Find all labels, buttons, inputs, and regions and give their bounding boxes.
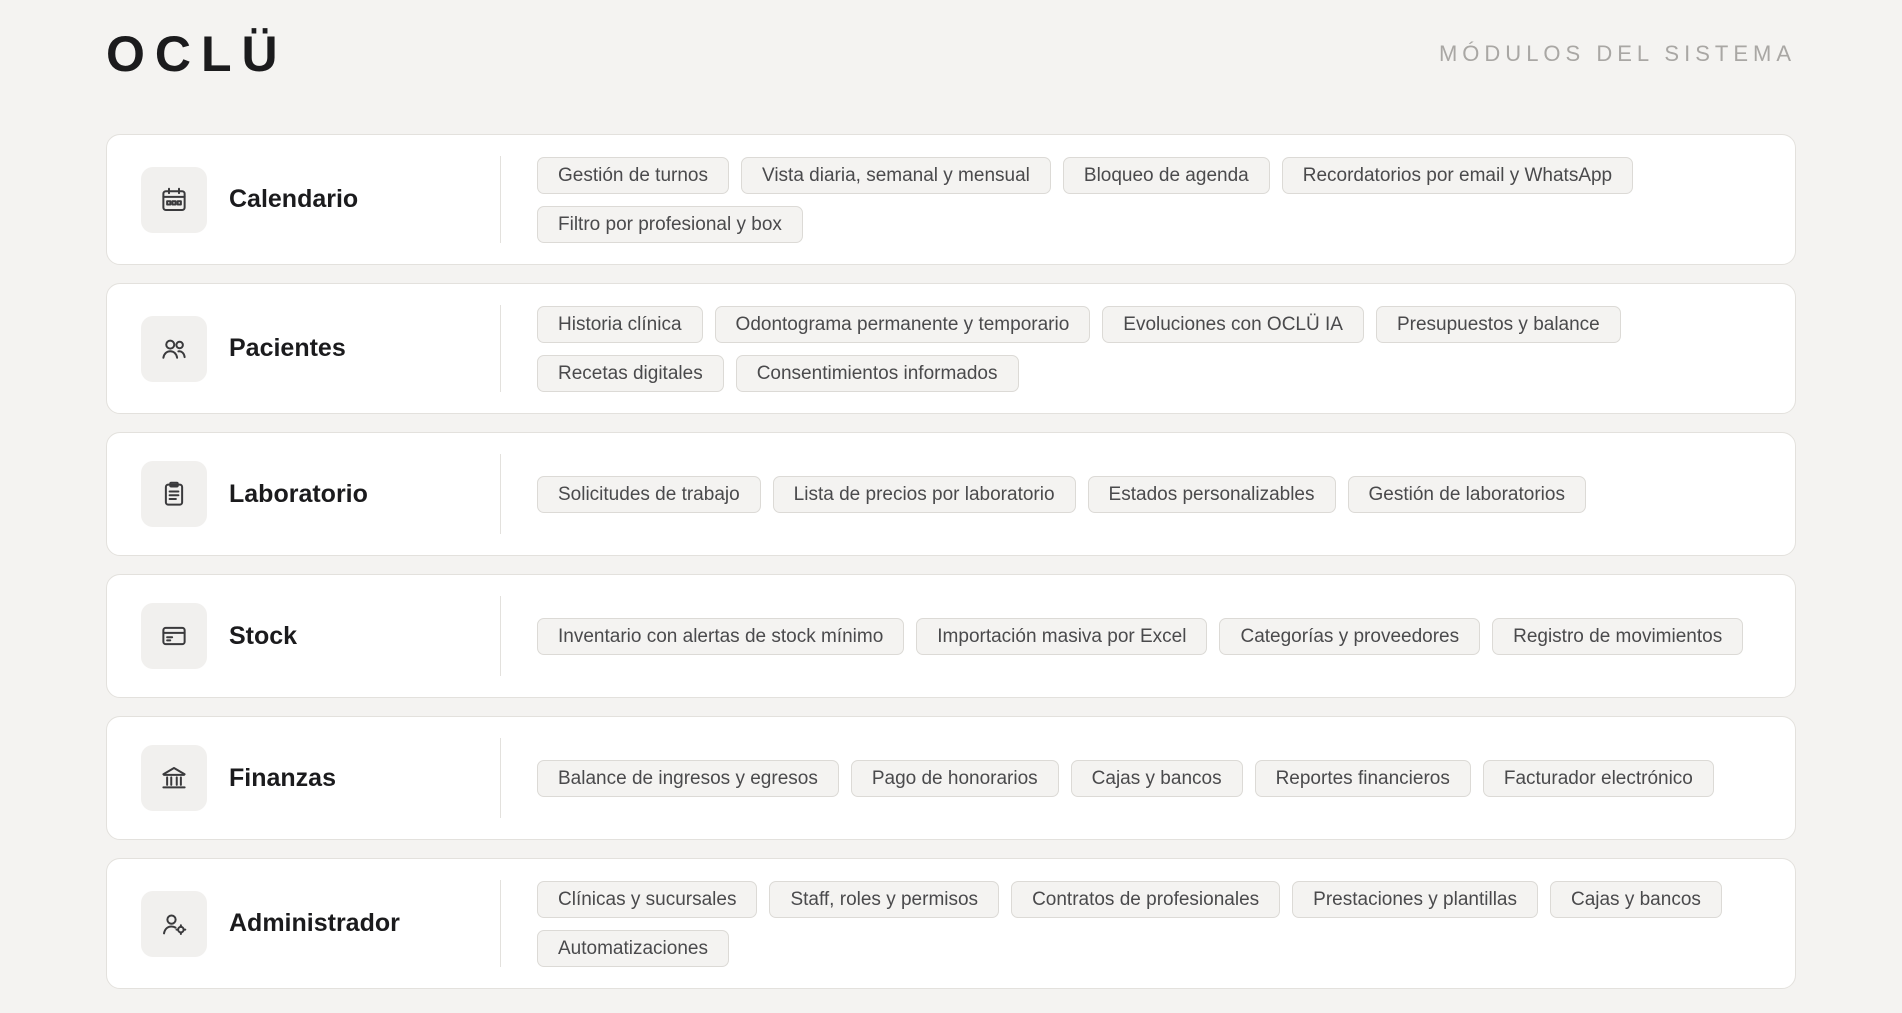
module-head: Administrador [107, 880, 501, 967]
feature-tag: Registro de movimientos [1492, 617, 1744, 655]
module-head: Calendario [107, 156, 501, 243]
module-head: Laboratorio [107, 454, 501, 534]
feature-tag: Facturador electrónico [1482, 759, 1714, 797]
feature-tags: Balance de ingresos y egresos Pago de ho… [501, 759, 1795, 797]
module-title: Administrador [229, 909, 400, 937]
feature-tag: Filtro por profesional y box [537, 205, 803, 243]
feature-tag: Categorías y proveedores [1219, 617, 1481, 655]
clipboard-icon [141, 461, 207, 527]
feature-tag: Presupuestos y balance [1375, 305, 1621, 343]
feature-tag: Estados personalizables [1087, 475, 1336, 513]
feature-tag: Odontograma permanente y temporario [714, 305, 1091, 343]
feature-tag: Evoluciones con OCLÜ IA [1102, 305, 1364, 343]
feature-tag: Contratos de profesionales [1011, 880, 1281, 918]
feature-tag: Gestión de turnos [537, 156, 729, 194]
module-title: Stock [229, 621, 298, 650]
feature-tags: Clínicas y sucursales Staff, roles y per… [501, 880, 1795, 967]
feature-tags: Inventario con alertas de stock mínimo I… [501, 617, 1795, 655]
feature-tag: Cajas y bancos [1070, 759, 1243, 797]
module-title: Pacientes [229, 334, 346, 362]
logo: OCLÜ [106, 26, 288, 82]
calendar-icon [141, 166, 207, 233]
feature-tag: Pago de honorarios [850, 759, 1059, 797]
feature-tag: Clínicas y sucursales [537, 880, 758, 918]
feature-tag: Automatizaciones [537, 929, 729, 967]
feature-tag: Lista de precios por laboratorio [772, 475, 1076, 513]
header: OCLÜ MÓDULOS DEL SISTEMA [106, 22, 1796, 86]
bank-icon [141, 745, 207, 811]
users-icon [141, 315, 207, 382]
feature-tag: Consentimientos informados [735, 354, 1019, 392]
feature-tag: Cajas y bancos [1549, 880, 1722, 918]
module-head: Stock [107, 596, 501, 676]
feature-tag: Importación masiva por Excel [916, 617, 1208, 655]
feature-tag: Solicitudes de trabajo [537, 475, 761, 513]
module-pacientes[interactable]: Pacientes Historia clínica Odontograma p… [106, 283, 1796, 414]
module-laboratorio[interactable]: Laboratorio Solicitudes de trabajo Lista… [106, 432, 1796, 556]
feature-tag: Vista diaria, semanal y mensual [740, 156, 1051, 194]
module-head: Pacientes [107, 305, 501, 392]
feature-tag: Balance de ingresos y egresos [537, 759, 839, 797]
feature-tags: Gestión de turnos Vista diaria, semanal … [501, 156, 1795, 243]
section-label: MÓDULOS DEL SISTEMA [1438, 41, 1796, 66]
module-head: Finanzas [107, 738, 501, 818]
feature-tag: Bloqueo de agenda [1062, 156, 1270, 194]
user-settings-icon [141, 890, 207, 957]
modules-list: Calendario Gestión de turnos Vista diari… [106, 134, 1796, 1007]
feature-tag: Recetas digitales [537, 354, 724, 392]
feature-tag: Reportes financieros [1254, 759, 1471, 797]
module-administrador[interactable]: Administrador Clínicas y sucursales Staf… [106, 858, 1796, 989]
feature-tag: Staff, roles y permisos [769, 880, 1000, 918]
module-title: Finanzas [229, 763, 336, 792]
card-icon [141, 603, 207, 669]
feature-tag: Inventario con alertas de stock mínimo [537, 617, 905, 655]
feature-tag: Recordatorios por email y WhatsApp [1281, 156, 1634, 194]
module-stock[interactable]: Stock Inventario con alertas de stock mí… [106, 574, 1796, 698]
feature-tag: Prestaciones y plantillas [1292, 880, 1538, 918]
feature-tags: Solicitudes de trabajo Lista de precios … [501, 475, 1795, 513]
module-finanzas[interactable]: Finanzas Balance de ingresos y egresos P… [106, 716, 1796, 840]
feature-tag: Gestión de laboratorios [1347, 475, 1586, 513]
feature-tag: Historia clínica [537, 305, 703, 343]
module-title: Laboratorio [229, 479, 368, 508]
module-title: Calendario [229, 185, 359, 213]
feature-tags: Historia clínica Odontograma permanente … [501, 305, 1795, 392]
module-calendario[interactable]: Calendario Gestión de turnos Vista diari… [106, 134, 1796, 265]
